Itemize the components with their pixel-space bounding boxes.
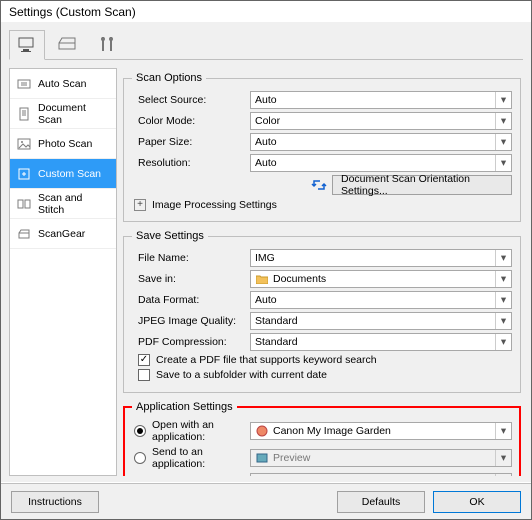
chevron-down-icon: ▾ [495,155,511,171]
checkbox-subfolder-date[interactable]: Save to a subfolder with current date [132,369,512,381]
combo-send-to-folder[interactable]: None ▾ [250,473,512,476]
custom-icon [16,166,32,182]
group-application-settings: Application Settings Open with an applic… [123,401,521,476]
defaults-button[interactable]: Defaults [337,491,425,513]
radio-send-to-app[interactable] [134,452,146,464]
combo-data-format[interactable]: Auto ▾ [250,291,512,309]
chevron-down-icon: ▾ [495,423,511,439]
monitor-scanner-icon [17,36,37,54]
preview-icon [255,451,269,465]
sidebar-item-label: Scan and Stitch [38,192,110,216]
chevron-down-icon: ▾ [495,271,511,287]
auto-scan-icon [16,76,32,92]
expander-image-processing[interactable]: + Image Processing Settings [132,199,512,211]
combo-paper-size[interactable]: Auto ▾ [250,133,512,151]
group-save-settings: Save Settings File Name: IMG ▾ Save in: [123,230,521,393]
chevron-down-icon: ▾ [495,134,511,150]
sidebar-item-photo-scan[interactable]: Photo Scan [10,129,116,159]
document-icon [16,106,32,122]
photo-icon [16,136,32,152]
top-tab-general[interactable] [89,29,125,59]
checkbox-icon [138,354,150,366]
flatbed-icon [57,35,77,53]
legend-application-settings: Application Settings [132,401,237,413]
combo-jpeg-quality[interactable]: Standard ▾ [250,312,512,330]
expander-label: Image Processing Settings [152,199,277,211]
sidebar: Auto Scan Document Scan Photo Scan Custo… [9,68,117,476]
instructions-button[interactable]: Instructions [11,491,99,513]
tools-icon [97,35,117,53]
chevron-down-icon: ▾ [495,313,511,329]
combo-pdf-compression[interactable]: Standard ▾ [250,333,512,351]
label-jpeg-quality: JPEG Image Quality: [132,315,250,327]
checkbox-icon [138,369,150,381]
radio-open-with-app[interactable] [134,425,146,437]
sidebar-item-scan-and-stitch[interactable]: Scan and Stitch [10,189,116,219]
combo-save-in[interactable]: Documents ▾ [250,270,512,288]
refresh-arrow-icon [310,177,328,193]
label-file-name: File Name: [132,252,250,264]
orientation-settings-button[interactable]: Document Scan Orientation Settings... [332,175,512,195]
group-scan-options: Scan Options Select Source: Auto ▾ Color… [123,72,521,222]
combo-resolution[interactable]: Auto ▾ [250,154,512,172]
label-paper-size: Paper Size: [132,136,250,148]
dialog-footer: Instructions Defaults OK [1,483,531,519]
label-save-in: Save in: [132,273,250,285]
combo-color-mode[interactable]: Color ▾ [250,112,512,130]
plus-icon: + [134,199,146,211]
settings-pane: Scan Options Select Source: Auto ▾ Color… [123,68,523,476]
checkbox-keyword-pdf[interactable]: Create a PDF file that supports keyword … [132,354,512,366]
sidebar-item-label: Custom Scan [38,168,101,180]
client-area: Auto Scan Document Scan Photo Scan Custo… [1,22,531,482]
top-tab-scan-from-computer[interactable] [9,30,45,60]
legend-save-settings: Save Settings [132,230,208,242]
sidebar-item-label: Photo Scan [38,138,92,150]
sidebar-item-label: Auto Scan [38,78,86,90]
label-data-format: Data Format: [132,294,250,306]
chevron-down-icon: ▾ [495,334,511,350]
top-tab-scan-from-panel[interactable] [49,29,85,59]
sidebar-item-label: ScanGear [38,228,85,240]
chevron-down-icon: ▾ [495,113,511,129]
folder-icon [255,272,269,286]
chevron-down-icon: ▾ [495,474,511,476]
label-resolution: Resolution: [132,157,250,169]
sidebar-item-custom-scan[interactable]: Custom Scan [10,159,116,189]
scangear-icon [16,226,32,242]
combo-send-to-app[interactable]: Preview ▾ [250,449,512,467]
stitch-icon [16,196,32,212]
top-tab-strip [9,28,523,60]
combo-select-source[interactable]: Auto ▾ [250,91,512,109]
chevron-down-icon: ▾ [495,450,511,466]
sidebar-item-scangear[interactable]: ScanGear [10,219,116,249]
sidebar-item-auto-scan[interactable]: Auto Scan [10,69,116,99]
legend-scan-options: Scan Options [132,72,206,84]
chevron-down-icon: ▾ [495,250,511,266]
window-title: Settings (Custom Scan) [1,1,531,23]
label-pdf-compression: PDF Compression: [132,336,250,348]
settings-scroll[interactable]: Scan Options Select Source: Auto ▾ Color… [123,68,523,476]
checkbox-label: Create a PDF file that supports keyword … [156,354,377,366]
chevron-down-icon: ▾ [495,92,511,108]
label-select-source: Select Source: [132,94,250,106]
radio-label: Open with an application: [152,419,250,443]
combo-open-with-app[interactable]: Canon My Image Garden ▾ [250,422,512,440]
label-color-mode: Color Mode: [132,115,250,127]
checkbox-label: Save to a subfolder with current date [156,369,327,381]
file-name-field[interactable]: IMG ▾ [250,249,512,267]
radio-label: Send to an application: [152,446,250,470]
sidebar-item-document-scan[interactable]: Document Scan [10,99,116,129]
sidebar-item-label: Document Scan [38,102,110,126]
chevron-down-icon: ▾ [495,292,511,308]
ok-button[interactable]: OK [433,491,521,513]
app-icon [255,424,269,438]
